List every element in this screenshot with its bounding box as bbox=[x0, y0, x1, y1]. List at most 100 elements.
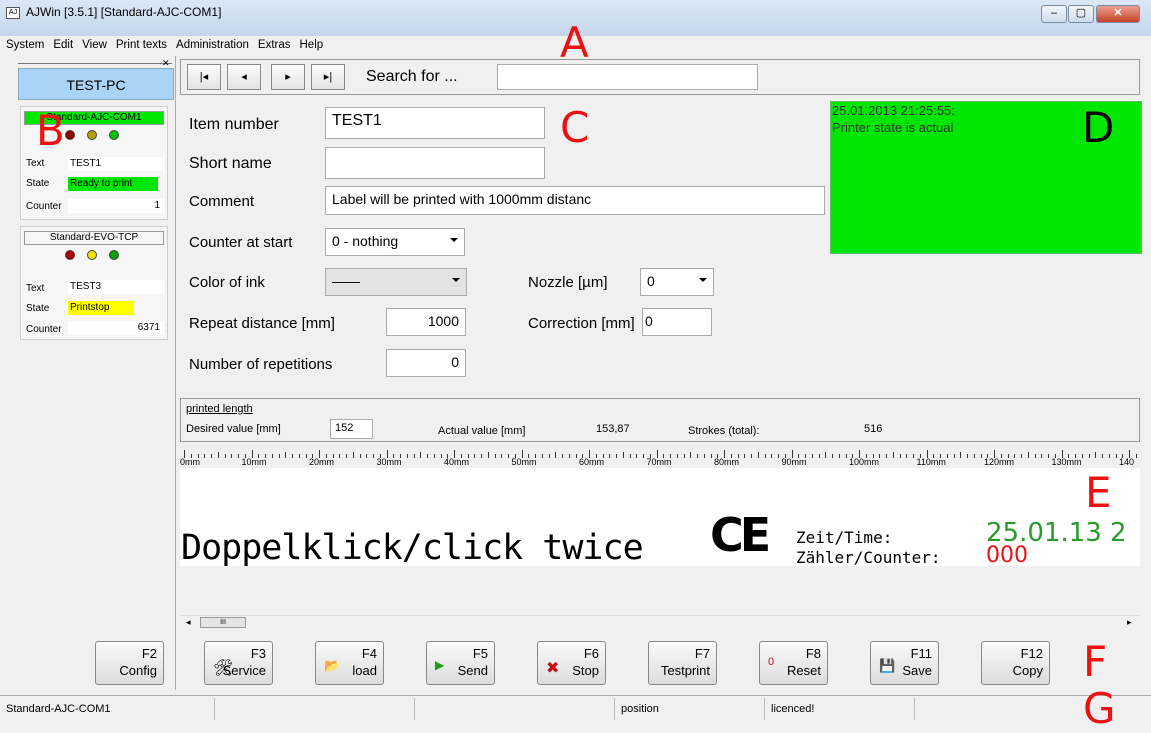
state-label: State bbox=[26, 178, 50, 189]
scroll-left-icon[interactable]: ◂ bbox=[186, 617, 191, 628]
statusbar-position: position bbox=[615, 698, 765, 720]
ruler-tick bbox=[555, 452, 557, 458]
f7-testprint-button[interactable]: F7 Testprint bbox=[648, 641, 717, 685]
item-number-label: Item number bbox=[189, 116, 279, 133]
color-of-ink-value: —— bbox=[332, 273, 360, 289]
ruler-tick bbox=[757, 452, 759, 458]
minimize-button[interactable]: – bbox=[1041, 5, 1067, 23]
ruler-tick bbox=[1135, 454, 1137, 458]
ruler-tick bbox=[224, 454, 226, 458]
prev-record-button[interactable]: ◂ bbox=[227, 64, 261, 90]
ruler-tick bbox=[508, 454, 509, 458]
nozzle-select[interactable]: 0 bbox=[640, 268, 714, 296]
menu-edit[interactable]: Edit bbox=[47, 36, 76, 51]
next-record-button[interactable]: ▸ bbox=[271, 64, 305, 90]
ruler-tick bbox=[973, 454, 975, 458]
counter-at-start-select[interactable]: 0 - nothing bbox=[325, 228, 465, 256]
ruler-tick bbox=[913, 454, 914, 458]
menu-print-texts[interactable]: Print texts bbox=[110, 36, 170, 51]
ruler-tick bbox=[204, 454, 206, 458]
ruler-tick bbox=[339, 454, 341, 458]
ruler-tick bbox=[764, 454, 766, 458]
printer-state-value: Ready to print bbox=[68, 177, 158, 191]
ruler-tick bbox=[1102, 454, 1103, 458]
ce-mark-icon: CE bbox=[710, 508, 771, 562]
ruler-tick bbox=[946, 454, 948, 458]
repeat-distance-label: Repeat distance [mm] bbox=[189, 315, 335, 332]
printer-counter-value: 6371 bbox=[68, 321, 164, 335]
f6-stop-button[interactable]: ✖ F6 Stop bbox=[537, 641, 606, 685]
state-label: State bbox=[26, 303, 50, 314]
ruler-tick bbox=[744, 454, 746, 458]
ruler-label: 40mm bbox=[444, 457, 470, 467]
search-input[interactable] bbox=[497, 64, 758, 90]
app-icon[interactable]: AJ bbox=[6, 7, 20, 19]
ruler-tick bbox=[906, 454, 908, 458]
annotation-letter: F bbox=[1083, 637, 1108, 686]
f12-copy-button[interactable]: F12 Copy bbox=[981, 641, 1050, 685]
ruler-label: 80mm bbox=[714, 457, 740, 467]
ruler-tick bbox=[481, 454, 482, 458]
f8-reset-button[interactable]: 0 F8 Reset bbox=[759, 641, 828, 685]
f5-send-button[interactable]: ▶ F5 Send bbox=[426, 641, 495, 685]
desired-value-label: Desired value [mm] bbox=[186, 423, 281, 435]
ruler-tick bbox=[501, 454, 503, 458]
ruler-tick bbox=[690, 452, 692, 458]
close-button[interactable]: ✕ bbox=[1096, 5, 1140, 23]
ruler-label: 10mm bbox=[241, 457, 267, 467]
menu-system[interactable]: System bbox=[0, 36, 47, 51]
repeat-distance-input[interactable]: 1000 bbox=[386, 308, 466, 336]
status-timestamp: 25.01.2013 21:25:55: bbox=[832, 103, 955, 118]
desired-value-input[interactable]: 152 bbox=[330, 419, 373, 439]
printer-state-value: Printstop bbox=[68, 301, 134, 315]
menu-view[interactable]: View bbox=[76, 36, 110, 51]
f4-load-button[interactable]: 📂 F4 load bbox=[315, 641, 384, 685]
ruler-tick bbox=[879, 454, 881, 458]
stop-x-icon: ✖ bbox=[546, 660, 560, 677]
correction-input[interactable]: 0 bbox=[642, 308, 712, 336]
ruler-tick bbox=[609, 454, 611, 458]
ruler-tick bbox=[676, 454, 678, 458]
f2-config-button[interactable]: F2 Config bbox=[95, 641, 164, 685]
menu-administration[interactable]: Administration bbox=[170, 36, 252, 51]
number-of-repetitions-input[interactable]: 0 bbox=[386, 349, 466, 377]
last-record-button[interactable]: ▸| bbox=[311, 64, 345, 90]
ruler-tick bbox=[541, 454, 543, 458]
ruler-tick bbox=[217, 452, 219, 458]
f3-service-button[interactable]: 🛠 F3 Service bbox=[204, 641, 273, 685]
ruler-tick bbox=[697, 454, 698, 458]
floppy-disk-icon: 💾 bbox=[879, 658, 896, 673]
printed-length-group bbox=[180, 398, 1140, 442]
statusbar-empty bbox=[415, 698, 615, 720]
strokes-value: 516 bbox=[864, 423, 883, 435]
correction-label: Correction [mm] bbox=[528, 315, 635, 332]
maximize-button[interactable]: ▢ bbox=[1068, 5, 1094, 23]
color-of-ink-select[interactable]: —— bbox=[325, 268, 467, 296]
ruler-tick bbox=[1081, 454, 1083, 458]
ruler-tick bbox=[818, 454, 820, 458]
scroll-right-icon[interactable]: ▸ bbox=[1127, 617, 1132, 628]
ruler: 0mm 10mm 20mm 30mm 40mm 50mm 60mm 70mm 80mm 90mm 1… bbox=[180, 444, 1140, 468]
short-name-input[interactable] bbox=[325, 147, 545, 179]
ruler-tick bbox=[1048, 454, 1049, 458]
horizontal-scrollbar[interactable] bbox=[180, 615, 1140, 631]
annotation-letter: D bbox=[1082, 103, 1115, 152]
f11-save-button[interactable]: 💾 F11 Save bbox=[870, 641, 939, 685]
counter-label: Counter bbox=[26, 201, 62, 212]
ruler-tick bbox=[575, 454, 577, 458]
menu-extras[interactable]: Extras bbox=[252, 36, 294, 51]
fkey-key: F12 bbox=[1020, 646, 1043, 661]
ruler-tick bbox=[771, 454, 773, 458]
ruler-label: 50mm bbox=[511, 457, 537, 467]
reset-counter-icon: 0 bbox=[768, 656, 775, 668]
pc-name-header[interactable]: TEST-PC bbox=[18, 68, 174, 100]
comment-input[interactable]: Label will be printed with 1000mm distan… bbox=[325, 186, 825, 215]
first-record-button[interactable]: |◂ bbox=[187, 64, 221, 90]
status-message: Printer state is actual bbox=[832, 120, 954, 135]
ruler-label: 120mm bbox=[984, 457, 1015, 467]
printer-card[interactable]: Standard-EVO-TCP Text TEST3 State Prints… bbox=[20, 226, 168, 340]
ruler-tick bbox=[778, 454, 779, 458]
menu-help[interactable]: Help bbox=[294, 36, 327, 51]
scroll-thumb[interactable]: III bbox=[200, 617, 246, 628]
item-number-input[interactable]: TEST1 bbox=[325, 107, 545, 139]
